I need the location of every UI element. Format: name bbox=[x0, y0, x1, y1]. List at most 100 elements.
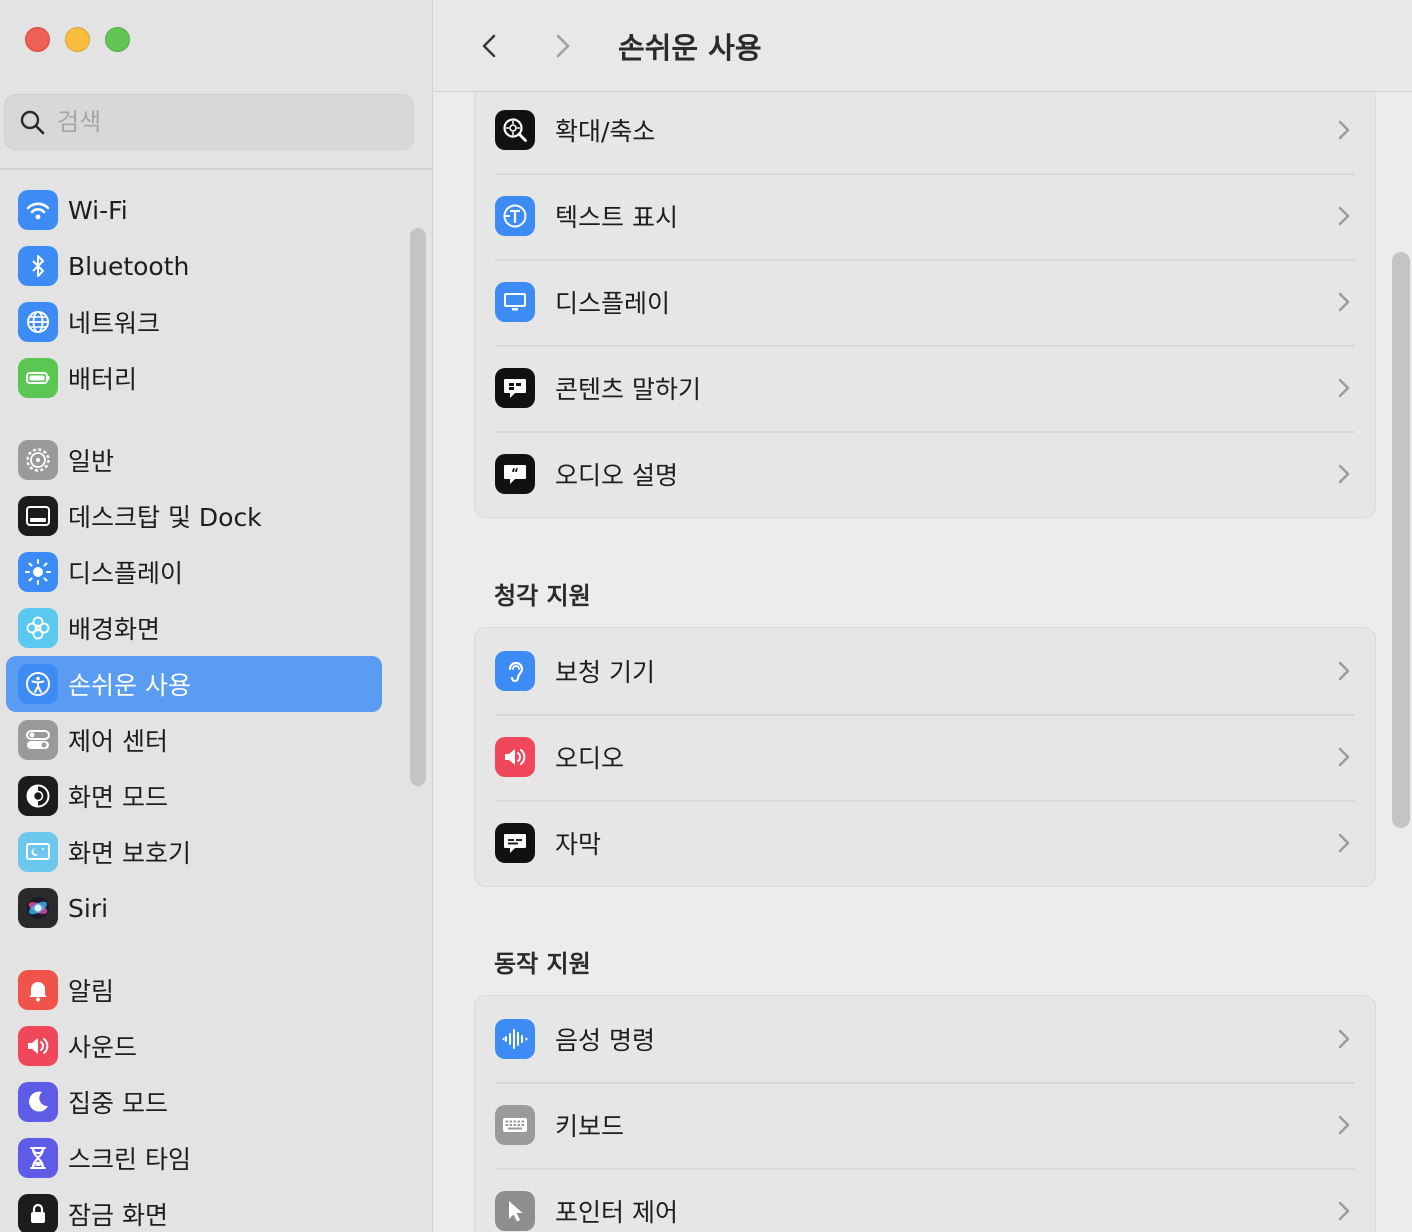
hourglass-icon-badge bbox=[18, 1138, 58, 1178]
sidebar-item-lock[interactable]: 잠금 화면 bbox=[6, 1186, 382, 1232]
chevron-right-icon bbox=[1338, 292, 1350, 312]
ear-icon bbox=[508, 661, 524, 683]
sidebar-item-flower[interactable]: 배경화면 bbox=[6, 600, 382, 656]
settings-row-speaker[interactable]: 오디오 bbox=[475, 714, 1375, 800]
sidebar-item-bell[interactable]: 알림 bbox=[6, 962, 382, 1018]
speaker-icon-badge bbox=[495, 737, 535, 777]
sidebar-item-moon[interactable]: 집중 모드 bbox=[6, 1074, 382, 1130]
sidebar: Wi-Fi Bluetooth 네트워크배터리일반데스크탑 및 Dock 디스플레이배… bbox=[0, 0, 433, 1232]
settings-row-label: 오디오 설명 bbox=[555, 461, 678, 490]
dock-icon bbox=[26, 506, 50, 526]
sidebar-item-bluetooth[interactable]: Bluetooth bbox=[6, 238, 382, 294]
sidebar-item-brightness[interactable]: 디스플레이 bbox=[6, 544, 382, 600]
lock-icon-badge bbox=[18, 1194, 58, 1232]
chevron-right-icon bbox=[1338, 661, 1350, 681]
settings-row-spoken-content[interactable]: 콘텐츠 말하기 bbox=[475, 345, 1375, 431]
sidebar-item-wifi[interactable]: Wi-Fi bbox=[6, 182, 382, 238]
settings-row-ear[interactable]: 보청 기기 bbox=[475, 628, 1375, 714]
chevron-left-icon bbox=[482, 34, 496, 57]
chevron-right-icon bbox=[1338, 833, 1350, 853]
chevron-right-icon bbox=[1338, 120, 1350, 140]
page-title: 손쉬운 사용 bbox=[618, 30, 762, 65]
settings-row-keyboard[interactable]: 키보드 bbox=[475, 1082, 1375, 1168]
toggles-icon-badge bbox=[18, 720, 58, 760]
close-window-button[interactable] bbox=[25, 27, 50, 52]
settings-row-captions[interactable]: 자막 bbox=[475, 800, 1375, 886]
sidebar-item-accessibility[interactable]: 손쉬운 사용 bbox=[6, 656, 382, 712]
sidebar-item-siri[interactable]: Siri bbox=[6, 880, 382, 936]
sidebar-item-label: 사운드 bbox=[68, 1033, 138, 1062]
settings-row-text-display[interactable]: 텍스트 표시 bbox=[475, 173, 1375, 259]
spoken-content-icon bbox=[504, 379, 526, 398]
text-display-icon-badge bbox=[495, 196, 535, 236]
motor-section-title: 동작 지원 bbox=[494, 950, 591, 978]
settings-row-label: 포인터 제어 bbox=[555, 1198, 678, 1227]
search-field[interactable] bbox=[4, 94, 414, 150]
speaker-icon bbox=[505, 749, 526, 765]
wifi-icon bbox=[26, 202, 50, 220]
globe-icon-badge bbox=[18, 302, 58, 342]
motor-settings-card: 음성 명령키보드포인터 제어 bbox=[474, 995, 1376, 1232]
wifi-icon-badge bbox=[18, 190, 58, 230]
chevron-right-icon bbox=[1338, 1029, 1350, 1049]
main-scrollbar[interactable] bbox=[1392, 252, 1410, 828]
globe-icon bbox=[27, 311, 49, 333]
sidebar-item-label: Wi-Fi bbox=[68, 195, 128, 225]
sidebar-item-toggles[interactable]: 제어 센터 bbox=[6, 712, 382, 768]
sidebar-list: Wi-Fi Bluetooth 네트워크 배터리일반데스크탑 및 Dock 디스플레이배… bbox=[6, 182, 382, 1232]
settings-row-pointer[interactable]: 포인터 제어 bbox=[475, 1168, 1375, 1232]
flower-icon bbox=[26, 616, 50, 640]
settings-row-label: 음성 명령 bbox=[555, 1026, 655, 1055]
ear-icon-badge bbox=[495, 651, 535, 691]
keyboard-icon bbox=[503, 1118, 527, 1132]
captions-icon bbox=[504, 834, 526, 853]
settings-row-waveform[interactable]: 음성 명령 bbox=[475, 996, 1375, 1082]
settings-row-label: 자막 bbox=[555, 830, 602, 859]
dock-icon-badge bbox=[18, 496, 58, 536]
sidebar-item-gear[interactable]: 일반 bbox=[6, 432, 382, 488]
sidebar-item-appearance[interactable]: 화면 모드 bbox=[6, 768, 382, 824]
sidebar-item-label: 스크린 타임 bbox=[68, 1145, 191, 1174]
sidebar-item-label: 디스플레이 bbox=[68, 559, 184, 588]
display-icon bbox=[504, 293, 526, 311]
gear-icon-badge bbox=[18, 440, 58, 480]
sidebar-item-globe[interactable]: 네트워크 bbox=[6, 294, 382, 350]
sidebar-item-label: 잠금 화면 bbox=[68, 1201, 168, 1230]
search-icon bbox=[20, 110, 45, 135]
bell-icon bbox=[29, 982, 47, 1002]
minimize-window-button[interactable] bbox=[65, 27, 90, 52]
sidebar-scrollbar[interactable] bbox=[410, 228, 426, 786]
sidebar-item-screensaver[interactable]: 화면 보호기 bbox=[6, 824, 382, 880]
sidebar-item-hourglass[interactable]: 스크린 타임 bbox=[6, 1130, 382, 1186]
waveform-icon bbox=[502, 1029, 528, 1049]
back-button[interactable] bbox=[472, 28, 508, 64]
settings-row-label: 확대/축소 bbox=[555, 117, 656, 146]
sidebar-item-label: 손쉬운 사용 bbox=[68, 671, 191, 700]
sidebar-item-label: 집중 모드 bbox=[68, 1089, 168, 1118]
search-input[interactable] bbox=[57, 108, 397, 136]
zoom-window-button[interactable] bbox=[105, 27, 130, 52]
hearing-section-title: 청각 지원 bbox=[494, 582, 591, 610]
moon-icon bbox=[29, 1091, 48, 1112]
sidebar-item-dock[interactable]: 데스크탑 및 Dock bbox=[6, 488, 382, 544]
flower-icon-badge bbox=[18, 608, 58, 648]
spoken-content-icon-badge bbox=[495, 368, 535, 408]
settings-row-audio-description[interactable]: “ 오디오 설명 bbox=[475, 431, 1375, 517]
sidebar-item-label: 화면 보호기 bbox=[68, 839, 191, 868]
captions-icon-badge bbox=[495, 823, 535, 863]
zoom-icon bbox=[503, 118, 527, 142]
battery-icon-badge bbox=[18, 358, 58, 398]
sidebar-item-battery[interactable]: 배터리 bbox=[6, 350, 382, 406]
sidebar-item-label: Bluetooth bbox=[68, 251, 190, 281]
settings-row-display[interactable]: 디스플레이 bbox=[475, 259, 1375, 345]
bluetooth-icon-badge bbox=[18, 246, 58, 286]
settings-row-label: 보청 기기 bbox=[555, 658, 655, 687]
settings-row-zoom[interactable]: 확대/축소 bbox=[475, 87, 1375, 173]
sidebar-item-label: 데스크탑 및 Dock bbox=[68, 503, 262, 532]
chevron-right-icon bbox=[556, 34, 570, 57]
forward-button[interactable] bbox=[544, 28, 580, 64]
screensaver-icon-badge bbox=[18, 832, 58, 872]
sidebar-item-speaker[interactable]: 사운드 bbox=[6, 1018, 382, 1074]
